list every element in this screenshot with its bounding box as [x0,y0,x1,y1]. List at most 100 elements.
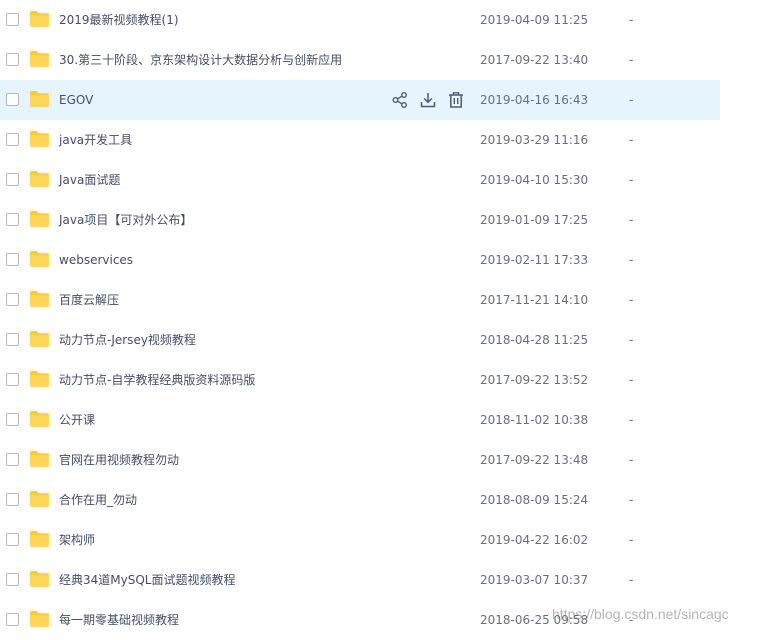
folder-icon[interactable] [29,330,50,348]
file-size: - [629,573,634,587]
file-row[interactable]: 官网在用视频教程勿动 2017-09-22 13:48 - [0,440,720,480]
file-name[interactable]: 每一期零基础视频教程 [59,600,179,640]
folder-icon[interactable] [29,130,50,148]
file-name[interactable]: webservices [59,240,133,280]
modified-time: 2018-11-02 10:38 [480,413,589,427]
file-name[interactable]: EGOV [59,80,93,120]
modified-time: 2019-04-16 16:43 [480,93,589,107]
file-row[interactable]: 架构师 2019-04-22 16:02 - [0,520,720,560]
file-name[interactable]: 30.第三十阶段、京东架构设计大数据分析与创新应用 [59,40,342,80]
file-size: - [629,213,634,227]
file-row[interactable]: 30.第三十阶段、京东架构设计大数据分析与创新应用 2017-09-22 13:… [0,40,720,80]
folder-icon[interactable] [29,290,50,308]
file-name[interactable]: 动力节点-自学教程经典版资料源码版 [59,360,255,400]
file-size: - [629,373,634,387]
row-checkbox[interactable] [6,373,19,386]
folder-icon[interactable] [29,570,50,588]
file-size: - [629,533,634,547]
file-row[interactable]: Java面试题 2019-04-10 15:30 - [0,160,720,200]
file-size: - [629,13,634,27]
row-checkbox[interactable] [6,333,19,346]
folder-icon[interactable] [29,210,50,228]
folder-icon[interactable] [29,50,50,68]
modified-time: 2019-04-10 15:30 [480,173,589,187]
folder-icon[interactable] [29,410,50,428]
folder-icon[interactable] [29,490,50,508]
modified-time: 2019-04-09 11:25 [480,13,589,27]
file-size: - [629,53,634,67]
folder-icon[interactable] [29,250,50,268]
file-row[interactable]: 动力节点-Jersey视频教程 2018-04-28 11:25 - [0,320,720,360]
file-size: - [629,493,634,507]
file-name[interactable]: Java项目【可对外公布】 [59,200,192,240]
row-checkbox[interactable] [6,253,19,266]
file-size: - [629,133,634,147]
file-size: - [629,253,634,267]
file-row[interactable]: 公开课 2018-11-02 10:38 - [0,400,720,440]
file-name[interactable]: 官网在用视频教程勿动 [59,440,179,480]
file-name[interactable]: Java面试题 [59,160,120,200]
row-checkbox[interactable] [6,133,19,146]
row-checkbox[interactable] [6,13,19,26]
modified-time: 2018-04-28 11:25 [480,333,589,347]
file-name[interactable]: java开发工具 [59,120,132,160]
row-checkbox[interactable] [6,453,19,466]
file-name[interactable]: 2019最新视频教程(1) [59,0,179,40]
row-checkbox[interactable] [6,173,19,186]
modified-time: 2017-09-22 13:40 [480,53,589,67]
modified-time: 2018-06-25 09:58 [480,613,589,627]
file-name[interactable]: 经典34道MySQL面试题视频教程 [59,560,235,600]
file-row[interactable]: 动力节点-自学教程经典版资料源码版 2017-09-22 13:52 - [0,360,720,400]
share-icon[interactable] [390,90,410,110]
folder-icon[interactable] [29,90,50,108]
modified-time: 2017-09-22 13:48 [480,453,589,467]
row-checkbox[interactable] [6,533,19,546]
file-row[interactable]: webservices 2019-02-11 17:33 - [0,240,720,280]
file-row[interactable]: 每一期零基础视频教程 2018-06-25 09:58 - [0,600,720,640]
folder-icon[interactable] [29,370,50,388]
file-size: - [629,173,634,187]
delete-icon[interactable] [446,90,466,110]
file-row[interactable]: 合作在用_勿动 2018-08-09 15:24 - [0,480,720,520]
row-checkbox[interactable] [6,93,19,106]
folder-icon[interactable] [29,10,50,28]
file-size: - [629,333,634,347]
file-name[interactable]: 架构师 [59,520,95,560]
folder-icon[interactable] [29,170,50,188]
file-row-hovered[interactable]: EGOV 2019-04-16 16:43 - [0,80,720,120]
file-size: - [629,613,634,627]
modified-time: 2019-03-29 11:16 [480,133,589,147]
modified-time: 2019-04-22 16:02 [480,533,589,547]
folder-icon[interactable] [29,450,50,468]
file-name[interactable]: 动力节点-Jersey视频教程 [59,320,196,360]
file-size: - [629,93,634,107]
row-checkbox[interactable] [6,53,19,66]
folder-icon[interactable] [29,610,50,628]
file-row[interactable]: 百度云解压 2017-11-21 14:10 - [0,280,720,320]
row-checkbox[interactable] [6,293,19,306]
folder-icon[interactable] [29,530,50,548]
file-size: - [629,413,634,427]
file-name[interactable]: 公开课 [59,400,95,440]
file-name[interactable]: 合作在用_勿动 [59,480,137,520]
file-row[interactable]: 2019最新视频教程(1) 2019-04-09 11:25 - [0,0,720,40]
modified-time: 2019-03-07 10:37 [480,573,589,587]
modified-time: 2018-08-09 15:24 [480,493,589,507]
file-name[interactable]: 百度云解压 [59,280,119,320]
row-checkbox[interactable] [6,413,19,426]
download-icon[interactable] [418,90,438,110]
modified-time: 2017-11-21 14:10 [480,293,589,307]
file-row[interactable]: java开发工具 2019-03-29 11:16 - [0,120,720,160]
file-row[interactable]: 经典34道MySQL面试题视频教程 2019-03-07 10:37 - [0,560,720,600]
row-checkbox[interactable] [6,613,19,626]
row-checkbox[interactable] [6,573,19,586]
file-row[interactable]: Java项目【可对外公布】 2019-01-09 17:25 - [0,200,720,240]
row-checkbox[interactable] [6,493,19,506]
modified-time: 2019-01-09 17:25 [480,213,589,227]
row-checkbox[interactable] [6,213,19,226]
file-size: - [629,453,634,467]
modified-time: 2019-02-11 17:33 [480,253,589,267]
file-list: 2019最新视频教程(1) 2019-04-09 11:25 - 30.第三十阶… [0,0,720,635]
modified-time: 2017-09-22 13:52 [480,373,589,387]
file-size: - [629,293,634,307]
